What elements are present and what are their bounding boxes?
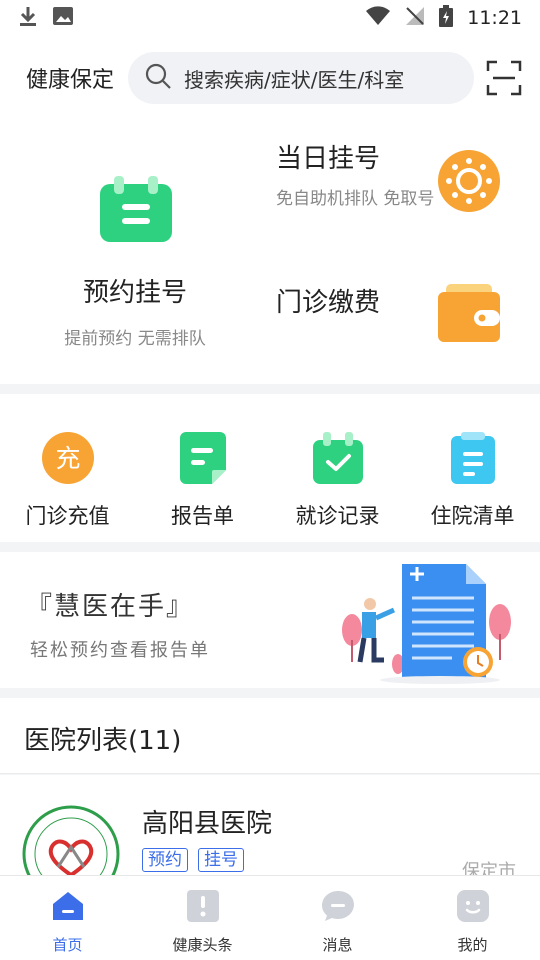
hospital-list-item[interactable]: 高阳县医院 预约 挂号 保定市 (0, 775, 540, 875)
quick-action-visit-record[interactable]: 就诊记录 (270, 394, 405, 542)
bottom-tab-bar: 首页 健康头条 消息 我的 (0, 875, 540, 960)
status-time: 11:21 (467, 7, 522, 29)
quick-action-recharge[interactable]: 充 门诊充值 (0, 394, 135, 542)
battery-icon (439, 4, 454, 32)
appointment-subtitle: 提前预约 无需排队 (64, 329, 206, 349)
top-services: 预约挂号 提前预约 无需排队 当日挂号 免自助机排队 免取号 门诊缴费 (0, 120, 540, 384)
download-icon (18, 5, 38, 31)
hospital-list-title: 医院列表(11) (24, 726, 182, 756)
search-icon (144, 62, 172, 94)
home-icon (51, 890, 85, 926)
tag-registration: 挂号 (198, 848, 244, 872)
wallet-icon (438, 284, 500, 346)
headline-icon (186, 890, 219, 926)
city-selector[interactable]: 健康保定 (26, 62, 114, 94)
inpatient-list-icon (450, 432, 495, 488)
banner-subtitle: 轻松预约查看报告单 (30, 640, 210, 661)
quick-action-report[interactable]: 报告单 (135, 394, 270, 542)
tab-label: 消息 (322, 936, 353, 954)
tab-label: 首页 (52, 936, 83, 954)
tab-label: 我的 (457, 936, 488, 954)
sun-icon (438, 150, 500, 216)
hospital-city: 保定市 (462, 861, 516, 875)
same-day-subtitle: 免自助机排队 免取号 (276, 189, 435, 209)
hospital-list-header: 医院列表(11) (0, 698, 540, 774)
tab-headlines[interactable]: 健康头条 (135, 876, 270, 960)
tag-appointment: 预约 (142, 848, 188, 872)
same-day-card[interactable]: 当日挂号 免自助机排队 免取号 (276, 138, 526, 248)
profile-icon (456, 890, 489, 926)
tab-messages[interactable]: 消息 (270, 876, 405, 960)
hospital-tags: 预约 挂号 (142, 848, 244, 872)
header: 健康保定 搜索疾病/症状/医生/科室 (0, 36, 540, 120)
status-bar: 11:21 (0, 0, 540, 36)
banner-illustration (340, 560, 520, 688)
tab-label: 健康头条 (172, 936, 233, 954)
promo-banner[interactable]: 『慧医在手』 轻松预约查看报告单 (0, 552, 540, 688)
search-input[interactable]: 搜索疾病/症状/医生/科室 (128, 52, 474, 104)
appointment-title: 预约挂号 (82, 278, 187, 308)
report-icon (179, 432, 226, 488)
calendar-icon (100, 176, 172, 246)
banner-title: 『慧医在手』 (26, 592, 195, 622)
recharge-icon: 充 (41, 432, 94, 488)
search-placeholder: 搜索疾病/症状/医生/科室 (184, 67, 405, 92)
quick-action-inpatient-list[interactable]: 住院清单 (405, 394, 540, 542)
visit-record-icon (312, 432, 363, 488)
tab-profile[interactable]: 我的 (405, 876, 540, 960)
wifi-icon (365, 5, 391, 31)
quick-action-label: 门诊充值 (25, 504, 110, 528)
message-icon (321, 890, 355, 926)
scan-icon[interactable] (486, 60, 522, 96)
no-signal-icon (405, 6, 425, 31)
quick-actions: 充 门诊充值 报告单 就诊记录 住院清单 (0, 394, 540, 542)
hospital-logo (22, 805, 120, 875)
hospital-name: 高阳县医院 (142, 809, 273, 839)
image-icon (52, 6, 74, 30)
svg-text:充: 充 (55, 444, 80, 473)
quick-action-label: 就诊记录 (295, 504, 380, 528)
quick-action-label: 报告单 (171, 504, 234, 528)
appointment-card[interactable]: 预约挂号 提前预约 无需排队 (0, 120, 270, 384)
quick-action-label: 住院清单 (430, 504, 515, 528)
tab-home[interactable]: 首页 (0, 876, 135, 960)
payment-card[interactable]: 门诊缴费 (276, 270, 526, 350)
